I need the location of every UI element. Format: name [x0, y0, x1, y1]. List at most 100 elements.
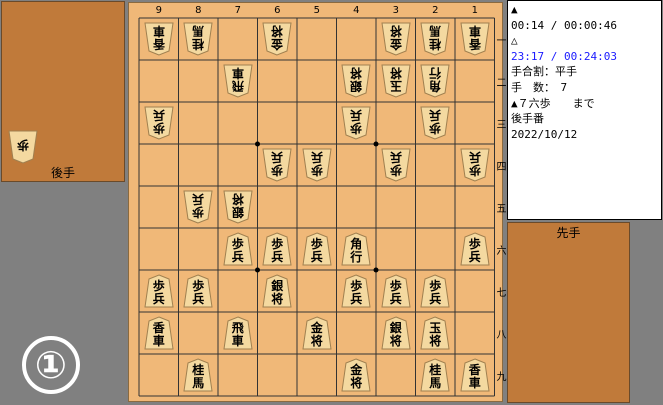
- shogi-piece[interactable]: 銀将: [262, 274, 292, 308]
- shogi-piece[interactable]: 金将: [381, 22, 411, 56]
- rank-label: 七: [496, 288, 507, 299]
- star-point: [373, 267, 379, 273]
- game-date: 2022/10/12: [511, 127, 578, 141]
- game-info-panel: ▲ 00:14 / 00:00:46 △ 23:17 / 00:24:03 手合…: [507, 0, 662, 220]
- piece-label: 歩: [468, 163, 481, 177]
- gote-piece-stand[interactable]: 歩 後手: [1, 1, 125, 182]
- piece-label: 行: [350, 250, 363, 264]
- shogi-piece[interactable]: 香車: [144, 22, 174, 56]
- star-point: [255, 141, 260, 147]
- move-count: 手 数： 7: [511, 80, 568, 94]
- shogi-piece[interactable]: 歩: [8, 130, 38, 164]
- piece-label: 桂: [429, 37, 442, 51]
- shogi-piece[interactable]: 歩兵: [302, 148, 332, 182]
- shogi-board[interactable]: 987654321一二三四五六七八九香車桂馬金将金将桂馬香車飛車銀将玉将角行歩兵…: [128, 2, 507, 402]
- sente-stand-label: 先手: [556, 226, 581, 240]
- sente-mark: ▲: [511, 3, 518, 16]
- shogi-piece[interactable]: 歩兵: [183, 190, 213, 224]
- shogi-piece[interactable]: 歩兵: [262, 232, 292, 266]
- piece-label: 兵: [310, 250, 323, 264]
- piece-label: 車: [231, 66, 244, 80]
- shogi-piece[interactable]: 銀将: [223, 190, 253, 224]
- gote-mark: △: [511, 34, 518, 48]
- piece-label: 行: [429, 66, 442, 80]
- shogi-piece[interactable]: 飛車: [223, 64, 253, 98]
- piece-label: 歩: [192, 205, 205, 219]
- rank-label: 六: [496, 246, 507, 257]
- piece-label: 兵: [310, 150, 323, 164]
- shogi-piece[interactable]: 桂馬: [420, 22, 450, 56]
- shogi-piece[interactable]: 歩兵: [381, 148, 411, 182]
- shogi-piece[interactable]: 歩兵: [460, 232, 490, 266]
- shogi-piece[interactable]: 桂馬: [183, 22, 213, 56]
- shogi-piece[interactable]: 歩兵: [381, 274, 411, 308]
- shogi-piece[interactable]: 金将: [302, 316, 332, 350]
- shogi-piece[interactable]: 歩兵: [341, 106, 371, 140]
- shogi-piece[interactable]: 角行: [420, 64, 450, 98]
- piece-label: 歩: [429, 121, 442, 135]
- last-move: ▲７六歩 まで: [511, 96, 595, 110]
- shogi-piece[interactable]: 歩兵: [262, 148, 292, 182]
- shogi-piece[interactable]: 香車: [460, 358, 490, 392]
- star-point: [373, 141, 379, 147]
- shogi-piece[interactable]: 角行: [341, 232, 371, 266]
- piece-label: 将: [389, 24, 402, 38]
- rank-label: 四: [496, 162, 507, 173]
- gote-stand-label: 後手: [50, 166, 75, 180]
- shogi-piece[interactable]: 歩兵: [223, 232, 253, 266]
- piece-label: 兵: [429, 292, 442, 306]
- rank-label: 二: [496, 78, 507, 89]
- shogi-piece[interactable]: 銀将: [341, 64, 371, 98]
- piece-label: 将: [389, 334, 402, 348]
- file-label: 3: [392, 5, 399, 16]
- shogi-piece[interactable]: 香車: [144, 316, 174, 350]
- piece-label: 歩: [389, 163, 402, 177]
- shogi-piece[interactable]: 歩兵: [144, 106, 174, 140]
- piece-label: 将: [271, 292, 284, 306]
- rank-label: 九: [496, 372, 507, 383]
- shogi-piece[interactable]: 歩兵: [420, 274, 450, 308]
- piece-label: 飛: [231, 79, 244, 93]
- piece-label: 歩: [271, 163, 284, 177]
- shogi-piece[interactable]: 桂馬: [183, 358, 213, 392]
- piece-label: 将: [350, 66, 363, 80]
- shogi-piece[interactable]: 歩兵: [420, 106, 450, 140]
- shogi-piece[interactable]: 歩兵: [460, 148, 490, 182]
- piece-label: 香: [468, 37, 481, 51]
- piece-label: 歩: [17, 138, 30, 152]
- piece-label: 兵: [389, 292, 402, 306]
- piece-label: 歩: [350, 121, 363, 135]
- piece-label: 将: [350, 376, 363, 390]
- shogi-piece[interactable]: 歩兵: [341, 274, 371, 308]
- piece-label: 馬: [429, 376, 442, 390]
- piece-label: 兵: [350, 292, 363, 306]
- shogi-piece[interactable]: 銀将: [381, 316, 411, 350]
- piece-label: 兵: [192, 292, 205, 306]
- file-label: 8: [195, 5, 202, 16]
- sente-piece-stand[interactable]: 先手: [507, 222, 630, 403]
- shogi-piece[interactable]: 玉将: [381, 64, 411, 98]
- file-label: 1: [471, 5, 478, 16]
- shogi-piece[interactable]: 金将: [262, 22, 292, 56]
- shogi-piece[interactable]: 歩兵: [183, 274, 213, 308]
- shogi-piece[interactable]: 香車: [460, 22, 490, 56]
- shogi-piece[interactable]: 玉将: [420, 316, 450, 350]
- piece-label: 金: [271, 37, 284, 51]
- shogi-piece[interactable]: 歩兵: [144, 274, 174, 308]
- shogi-piece[interactable]: 桂馬: [420, 358, 450, 392]
- piece-label: 将: [271, 24, 284, 38]
- shogi-piece[interactable]: 飛車: [223, 316, 253, 350]
- piece-label: 馬: [429, 24, 442, 38]
- piece-label: 香: [152, 37, 165, 51]
- piece-label: 歩: [310, 163, 323, 177]
- file-label: 6: [274, 5, 281, 16]
- handicap: 手合割：平手: [511, 65, 577, 79]
- shogi-piece[interactable]: 金将: [341, 358, 371, 392]
- star-point: [255, 267, 260, 273]
- file-label: 7: [234, 5, 241, 16]
- piece-label: 兵: [429, 108, 442, 122]
- shogi-piece[interactable]: 歩兵: [302, 232, 332, 266]
- piece-label: 兵: [152, 108, 165, 122]
- piece-label: 兵: [231, 250, 244, 264]
- piece-label: 兵: [271, 150, 284, 164]
